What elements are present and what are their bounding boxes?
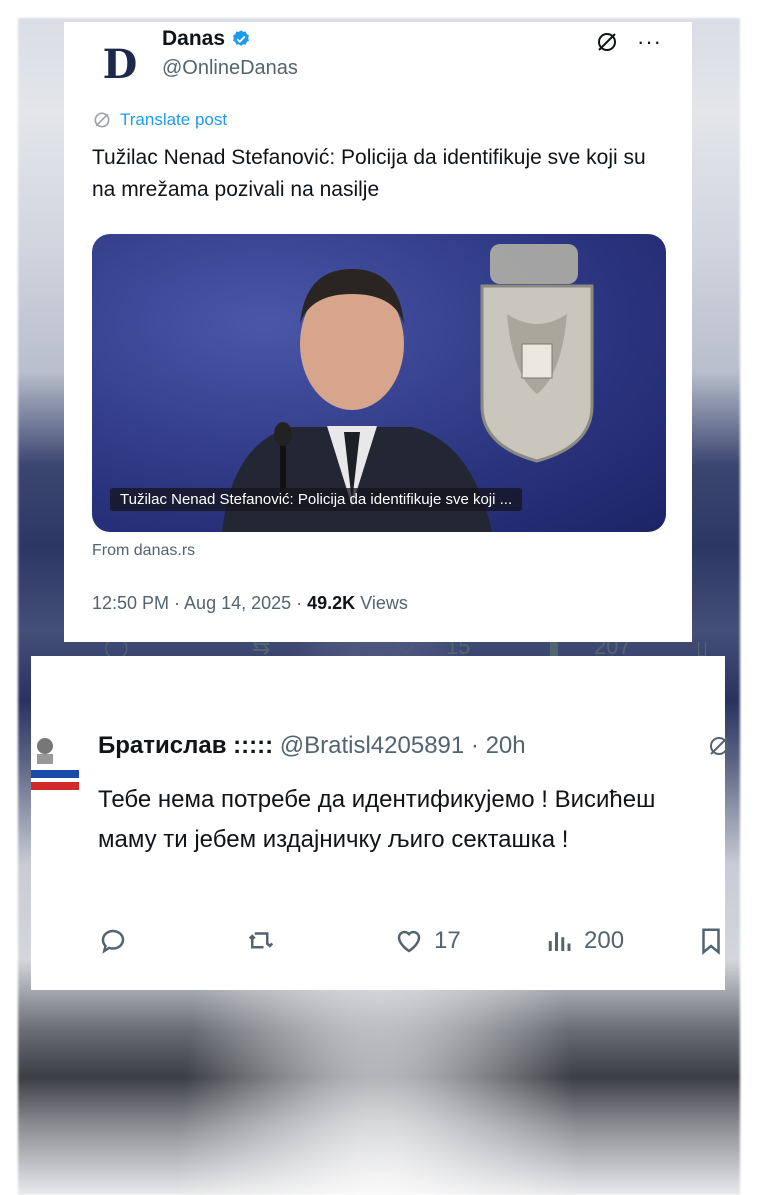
heart-icon — [397, 930, 421, 953]
grok-icon[interactable] — [595, 30, 619, 54]
more-options-icon[interactable]: ··· — [637, 31, 662, 53]
bookmark-icon — [702, 928, 720, 955]
verified-badge-icon — [233, 30, 250, 46]
views-chart-icon — [548, 932, 571, 951]
views-button[interactable]: 200 — [544, 926, 624, 956]
reply-text: Тебе нема потребе да идентификујемо ! Ви… — [98, 786, 656, 853]
danas-logo: D — [102, 40, 138, 88]
author-name[interactable]: Danas — [162, 27, 225, 51]
reply-handle-time[interactable]: @Bratisl4205891 · 20h — [280, 732, 526, 759]
translate-post-link[interactable]: Translate post — [92, 110, 227, 130]
link-source[interactable]: From danas.rs — [92, 542, 195, 560]
reply-author-name[interactable]: Братислав ::::: — [98, 732, 273, 759]
reply-post-card[interactable]: Братислав ::::: @Bratisl4205891 · 20h Те… — [31, 656, 728, 990]
views-label: Views — [360, 593, 408, 613]
avatar[interactable] — [31, 732, 81, 798]
translate-icon — [94, 112, 110, 128]
coat-of-arms-image — [480, 244, 594, 463]
translate-label[interactable]: Translate post — [120, 110, 227, 130]
link-card-image[interactable]: Tužilac Nenad Stefanović: Policija da id… — [92, 234, 666, 532]
header-actions: ··· — [595, 30, 662, 54]
repost-button[interactable] — [246, 926, 276, 956]
reply-icon — [101, 929, 125, 954]
like-button[interactable]: 17 — [394, 926, 461, 956]
views-count: 200 — [584, 927, 625, 954]
reply-author[interactable]: Братислав ::::: @Bratisl4205891 · 20h — [98, 732, 526, 760]
media-caption: Tužilac Nenad Stefanović: Policija da id… — [110, 488, 523, 511]
bookmark-button[interactable] — [696, 926, 726, 956]
quoted-post-card[interactable]: D Danas @OnlineDanas ··· Translate post … — [64, 22, 692, 642]
views-count: 49.2K — [307, 593, 356, 613]
reply-button[interactable] — [98, 926, 128, 956]
post-text: Tužilac Nenad Stefanović: Policija da id… — [92, 146, 646, 201]
grok-icon[interactable] — [707, 734, 731, 758]
author-name-row[interactable]: Danas — [162, 27, 251, 51]
post-timestamp[interactable]: 12:50 PM · Aug 14, 2025 · — [92, 593, 307, 613]
post-meta: 12:50 PM · Aug 14, 2025 · 49.2K Views — [92, 593, 408, 614]
author-handle[interactable]: @OnlineDanas — [162, 57, 298, 80]
repost-icon — [248, 932, 274, 949]
like-count: 17 — [434, 927, 461, 954]
reply-actions-bar: 17 200 — [98, 926, 728, 966]
